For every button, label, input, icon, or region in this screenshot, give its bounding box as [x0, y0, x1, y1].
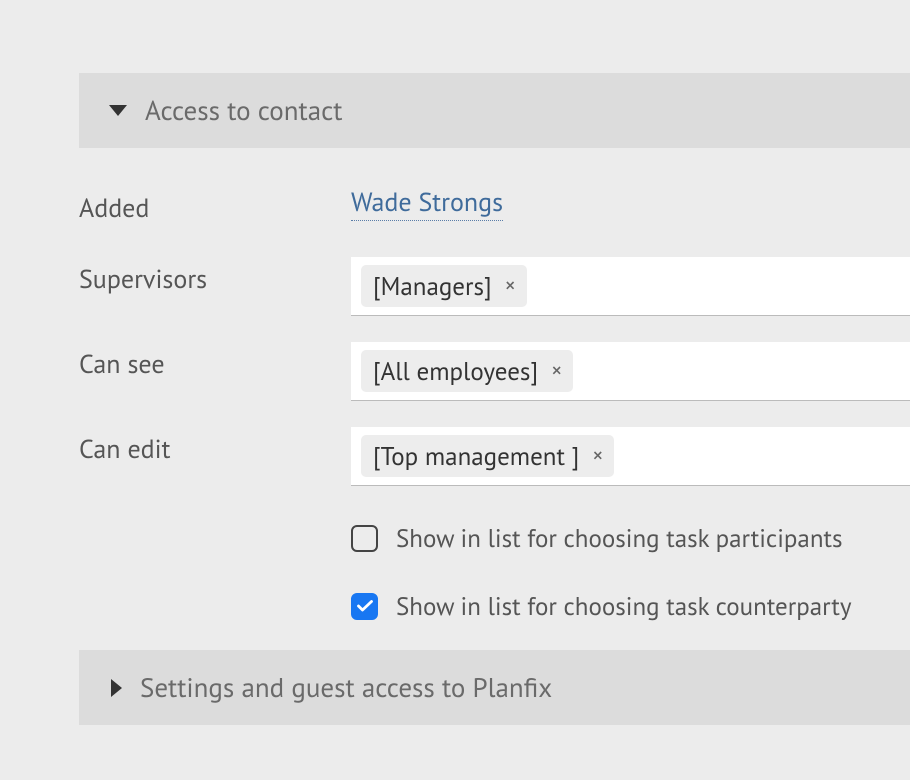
checkmark-icon [357, 600, 373, 612]
tag-managers: [Managers] × [361, 265, 527, 307]
section-title-access: Access to contact [145, 94, 342, 128]
section-header-access[interactable]: Access to contact [79, 73, 910, 148]
checkbox-participants-label: Show in list for choosing task participa… [396, 522, 843, 554]
tag-label: [Top management ] [373, 440, 579, 472]
section-header-guest-access[interactable]: Settings and guest access to Planfix [79, 650, 910, 725]
tag-label: [All employees] [373, 355, 538, 387]
chevron-right-icon [111, 679, 122, 697]
supervisors-label: Supervisors [79, 257, 351, 296]
added-label: Added [79, 186, 351, 225]
close-icon[interactable]: × [502, 275, 519, 297]
can-edit-input[interactable]: [Top management ] × [351, 427, 910, 486]
checkbox-counterparty[interactable] [351, 593, 378, 620]
can-see-input[interactable]: [All employees] × [351, 342, 910, 401]
can-see-label: Can see [79, 342, 351, 381]
checkbox-participants[interactable] [351, 525, 378, 552]
close-icon[interactable]: × [548, 360, 565, 382]
chevron-down-icon [109, 105, 127, 116]
tag-all-employees: [All employees] × [361, 350, 573, 392]
can-edit-label: Can edit [79, 427, 351, 466]
tag-label: [Managers] [373, 270, 492, 302]
section-title-guest-access: Settings and guest access to Planfix [140, 671, 552, 705]
added-value-link[interactable]: Wade Strongs [351, 186, 503, 221]
close-icon[interactable]: × [589, 445, 606, 467]
tag-top-management: [Top management ] × [361, 435, 614, 477]
supervisors-input[interactable]: [Managers] × [351, 257, 910, 316]
checkbox-counterparty-label: Show in list for choosing task counterpa… [396, 590, 852, 622]
